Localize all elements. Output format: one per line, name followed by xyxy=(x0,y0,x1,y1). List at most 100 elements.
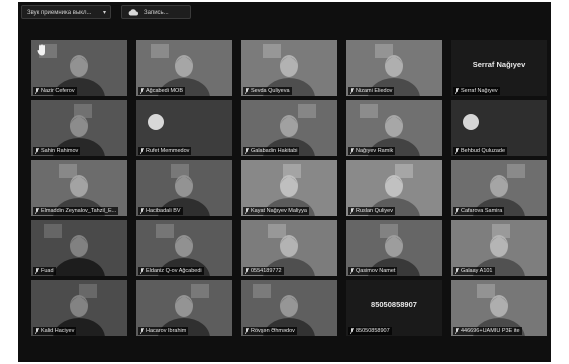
participant-name-text: Sevda Quliyeva xyxy=(251,88,290,94)
participant-name: Rufet Memmedov xyxy=(138,147,192,155)
mic-muted-icon xyxy=(140,208,144,214)
participant-name-text: Rufet Memmedov xyxy=(146,148,190,154)
participant-tile[interactable]: Ruslan Quliyev xyxy=(346,160,442,216)
mic-muted-icon xyxy=(35,148,39,154)
participant-grid: Nazir Ceferov Ağcabedi MOB Sevda Quliyeva N… xyxy=(31,40,548,340)
participant-name-text: Hacarov Ibrahim xyxy=(146,328,187,334)
participant-tile[interactable]: Hacibadali BV xyxy=(136,160,232,216)
participant-name-text: Sahin Rahimov xyxy=(41,148,79,154)
participant-name: Behbud Quluzade xyxy=(453,147,508,155)
participant-name-text: 446696+UAMIU P3E ite xyxy=(461,328,520,334)
participant-name-text: Ağcabedi MOB xyxy=(146,88,183,94)
mic-muted-icon xyxy=(245,88,249,94)
raised-hand-icon xyxy=(37,44,45,56)
participant-name: Serraf Nağıyev xyxy=(453,87,500,95)
participant-name-text: Nizami Eliedov xyxy=(356,88,393,94)
audio-dropdown-label: Звук приемника выкл... xyxy=(27,10,92,16)
participant-name-text: Behbud Quluzade xyxy=(461,148,506,154)
participant-tile[interactable]: Eldaniz Q-ov Ağcabedi xyxy=(136,220,232,276)
participant-name: Rövşən Əhmədov xyxy=(243,327,297,335)
participant-tile[interactable]: Sahin Rahimov xyxy=(31,100,127,156)
participant-name: Hacibadali BV xyxy=(138,207,183,215)
top-toolbar: Звук приемника выкл... ▾ Запись... xyxy=(18,2,551,22)
participant-tile[interactable]: Cafarova Samira xyxy=(451,160,547,216)
mic-muted-icon xyxy=(245,148,249,154)
mic-muted-icon xyxy=(455,208,459,214)
participant-tile[interactable]: Behbud Quluzade xyxy=(451,100,547,156)
participant-name-text: Eldaniz Q-ov Ağcabedi xyxy=(146,268,202,274)
participant-tile[interactable]: 85050858907 85050858907 xyxy=(346,280,442,336)
participant-name-text: Elmaddin Zeynalov_Tahzil_E... xyxy=(41,208,117,214)
participant-tile[interactable]: Galabadin Hakitabi xyxy=(241,100,337,156)
participant-name-text: Kayat Nağıyev Maliyya xyxy=(251,208,307,214)
mic-muted-icon xyxy=(455,148,459,154)
participant-name-text: Serraf Nağıyev xyxy=(461,88,498,94)
participant-name-text: Nazir Ceferov xyxy=(41,88,75,94)
record-button-label: Запись... xyxy=(144,10,169,16)
mic-muted-icon xyxy=(35,208,39,214)
participant-name-text: Qasimov Namet xyxy=(356,268,396,274)
participant-name-text: Ruslan Quliyev xyxy=(356,208,393,214)
participant-tile[interactable]: Elmaddin Zeynalov_Tahzil_E... xyxy=(31,160,127,216)
participant-name: Ruslan Quliyev xyxy=(348,207,395,215)
participant-tile[interactable]: 0554189772 xyxy=(241,220,337,276)
participant-tile[interactable]: Rövşən Əhmədov xyxy=(241,280,337,336)
participant-display-name: 85050858907 xyxy=(371,300,417,309)
participant-tile[interactable]: Serraf Nağıyev Serraf Nağıyev xyxy=(451,40,547,96)
audio-dropdown[interactable]: Звук приемника выкл... ▾ xyxy=(21,5,111,19)
participant-name-text: Cafarova Samira xyxy=(461,208,503,214)
participant-name: Kayat Nağıyev Maliyya xyxy=(243,207,309,215)
participant-name: 446696+UAMIU P3E ite xyxy=(453,327,522,335)
participant-name-text: Hacibadali BV xyxy=(146,208,181,214)
record-button[interactable]: Запись... xyxy=(121,5,191,19)
participant-name-text: 0554189772 xyxy=(251,268,282,274)
participant-tile[interactable]: Rufet Memmedov xyxy=(136,100,232,156)
participant-name-text: Rövşən Əhmədov xyxy=(251,328,295,334)
mic-muted-icon xyxy=(245,268,249,274)
mic-muted-icon xyxy=(140,148,144,154)
participant-name-text: Galaay A101 xyxy=(461,268,493,274)
participant-tile[interactable]: Ağcabedi MOB xyxy=(136,40,232,96)
participant-tile[interactable]: Nazir Ceferov xyxy=(31,40,127,96)
participant-tile[interactable]: 446696+UAMIU P3E ite xyxy=(451,280,547,336)
participant-name: Nazir Ceferov xyxy=(33,87,77,95)
participant-name: Cafarova Samira xyxy=(453,207,505,215)
participant-name: Elmaddin Zeynalov_Tahzil_E... xyxy=(33,207,119,215)
participant-name: Sahin Rahimov xyxy=(33,147,81,155)
mic-muted-icon xyxy=(350,88,354,94)
participant-name: Fuad xyxy=(33,267,56,275)
mic-muted-icon xyxy=(140,328,144,334)
participant-name: Qasimov Namet xyxy=(348,267,398,275)
chevron-down-icon: ▾ xyxy=(102,10,106,16)
participant-tile[interactable]: Kayat Nağıyev Maliyya xyxy=(241,160,337,216)
mic-muted-icon xyxy=(35,268,39,274)
mic-muted-icon xyxy=(35,88,39,94)
mic-muted-icon xyxy=(350,268,354,274)
participant-name: Galaay A101 xyxy=(453,267,495,275)
participant-tile[interactable]: Hacarov Ibrahim xyxy=(136,280,232,336)
participant-tile[interactable]: Sevda Quliyeva xyxy=(241,40,337,96)
participant-tile[interactable]: Galaay A101 xyxy=(451,220,547,276)
participant-tile[interactable]: Qasimov Namet xyxy=(346,220,442,276)
mic-muted-icon xyxy=(140,268,144,274)
participant-display-name: Serraf Nağıyev xyxy=(472,60,526,69)
participant-name-text: Fuad xyxy=(41,268,54,274)
participant-name: Ağcabedi MOB xyxy=(138,87,185,95)
participant-name-text: Galabadin Hakitabi xyxy=(251,148,298,154)
zoom-window: Звук приемника выкл... ▾ Запись... Nazir… xyxy=(18,2,551,362)
participant-tile[interactable]: Nizami Eliedov xyxy=(346,40,442,96)
mic-muted-icon xyxy=(245,208,249,214)
participant-name: Nağıyev Ramik xyxy=(348,147,396,155)
mic-muted-icon xyxy=(455,88,459,94)
participant-name-text: Kalid Haciyev xyxy=(41,328,75,334)
mic-muted-icon xyxy=(35,328,39,334)
participant-tile[interactable]: Kalid Haciyev xyxy=(31,280,127,336)
mic-muted-icon xyxy=(245,328,249,334)
mic-muted-icon xyxy=(455,268,459,274)
mic-muted-icon xyxy=(350,208,354,214)
mic-muted-icon xyxy=(455,328,459,334)
participant-name: 0554189772 xyxy=(243,267,284,275)
cloud-icon xyxy=(128,9,138,16)
participant-tile[interactable]: Nağıyev Ramik xyxy=(346,100,442,156)
participant-tile[interactable]: Fuad xyxy=(31,220,127,276)
